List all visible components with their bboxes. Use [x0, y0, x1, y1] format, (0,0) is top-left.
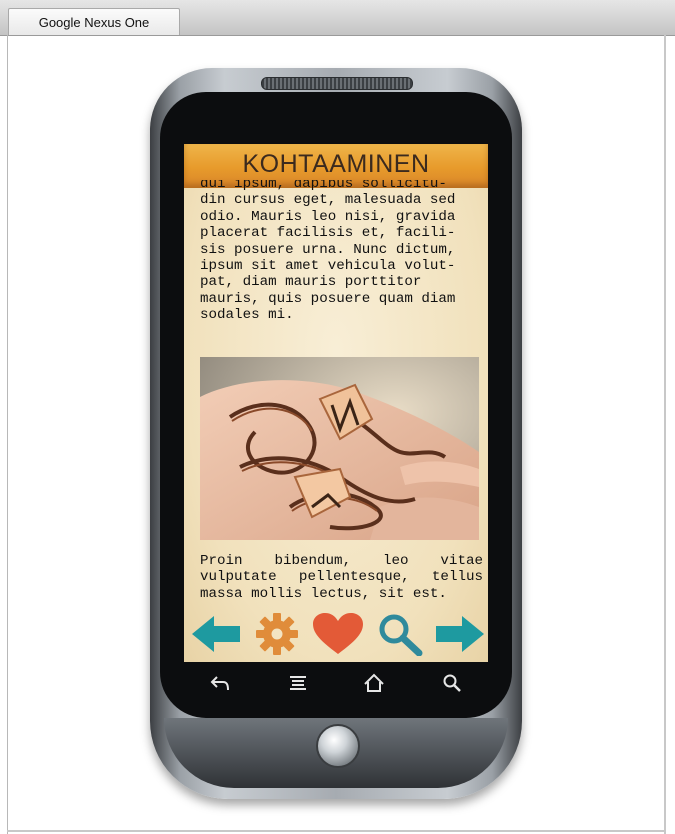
article-photo — [200, 357, 479, 540]
search-icon — [443, 674, 461, 692]
article-line: sodales mi. — [200, 307, 294, 324]
app-screen: KOHTAAMINEN dui ipsum, dapibus sollicitu… — [184, 144, 488, 662]
app-title: KOHTAAMINEN — [242, 150, 430, 178]
home-icon — [364, 673, 384, 692]
heart-icon — [313, 613, 363, 654]
nav-back-button[interactable] — [202, 670, 238, 696]
nav-home-button[interactable] — [356, 670, 392, 696]
menu-icon — [290, 676, 306, 690]
article-line: pat, diam mauris porttitor — [200, 274, 422, 291]
frame-border-bottom — [7, 830, 666, 832]
arrow-right-icon — [436, 616, 484, 652]
hand-with-pendants-image — [200, 357, 479, 540]
article-line: ipsum sit amet vehicula volut- — [200, 258, 456, 275]
device-tab[interactable]: Google Nexus One — [8, 8, 180, 35]
phone-body: KOHTAAMINEN dui ipsum, dapibus sollicitu… — [150, 68, 522, 799]
app-toolbar — [184, 610, 488, 662]
back-icon — [210, 676, 229, 691]
article-text-bottom: Proin bibendum, leo vitae vulputate pell… — [200, 553, 483, 602]
article-text-top: dui ipsum, dapibus sollicitu- din cursus… — [200, 180, 484, 348]
forward-button[interactable] — [432, 610, 488, 658]
article-line: odio. Mauris leo nisi, gravida — [200, 208, 456, 225]
article-line: placerat facilisis et, facili- — [200, 225, 456, 242]
article-line: sis posuere urna. Nunc dictum, — [200, 241, 456, 258]
frame-border-right — [664, 35, 666, 834]
back-button[interactable] — [188, 610, 244, 658]
gear-icon — [256, 613, 298, 655]
arrow-left-icon — [192, 616, 240, 652]
device-nav-bar — [184, 662, 488, 704]
emulator-tab-bar: Google Nexus One — [0, 0, 675, 36]
trackball[interactable] — [316, 724, 360, 768]
search-icon — [379, 614, 423, 656]
earpiece-speaker — [261, 77, 413, 90]
frame-border-left — [7, 35, 8, 834]
article-line: din cursus eget, malesuada sed — [200, 192, 456, 209]
nav-menu-button[interactable] — [280, 670, 316, 696]
settings-button[interactable] — [249, 610, 305, 658]
article-line: mauris, quis posuere quam diam — [200, 290, 456, 307]
search-button[interactable] — [372, 610, 428, 658]
like-button[interactable] — [310, 610, 366, 658]
article-line: dui ipsum, dapibus sollicitu- — [200, 180, 447, 192]
nav-search-button[interactable] — [434, 670, 470, 696]
